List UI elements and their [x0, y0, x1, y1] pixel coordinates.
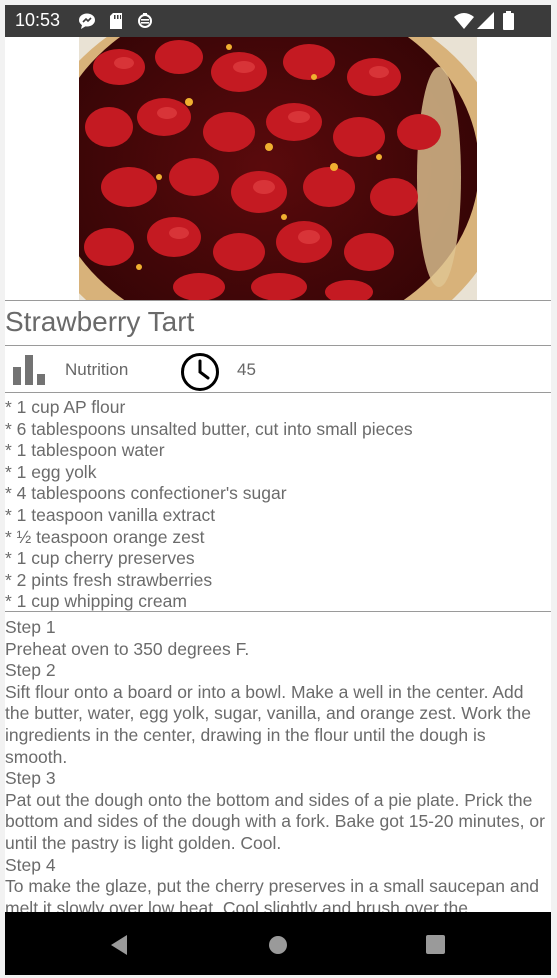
- clock-icon: [181, 353, 219, 391]
- step-text: Pat out the dough onto the bottom and si…: [5, 789, 545, 853]
- messenger-icon: [79, 13, 95, 29]
- cook-time-value: 45: [237, 360, 256, 379]
- ingredient-item: * ½ teaspoon orange zest: [5, 526, 205, 547]
- ingredient-item: * 1 cup AP flour: [5, 397, 126, 417]
- ingredients-list: * 1 cup AP flour * 6 tablespoons unsalte…: [5, 397, 551, 613]
- ingredient-item: * 1 tablespoon water: [5, 440, 165, 461]
- divider: [5, 392, 551, 393]
- navigation-bar: [5, 912, 551, 975]
- wifi-icon: [454, 13, 474, 29]
- battery-icon: [503, 11, 514, 30]
- ingredient-item: * 1 cup cherry preserves: [5, 548, 195, 569]
- step-text: Preheat oven to 350 degrees F.: [5, 638, 250, 659]
- step-label: Step 1: [5, 617, 56, 637]
- step-text: Sift flour onto a board or into a bowl. …: [5, 681, 531, 767]
- step-label: Step 2: [5, 660, 56, 681]
- ingredient-item: * 4 tablespoons confectioner's sugar: [5, 483, 287, 504]
- app-screen: 10:53 Strawberry Tart Nutrition 45 * 1 c…: [5, 5, 551, 975]
- back-icon[interactable]: [109, 934, 129, 956]
- ingredient-item: * 1 teaspoon vanilla extract: [5, 504, 216, 525]
- step-label: Step 3: [5, 768, 56, 789]
- steps-section: Step 1 Preheat oven to 350 degrees F. St…: [5, 617, 545, 919]
- ingredient-item: * 2 pints fresh strawberries: [5, 569, 213, 590]
- status-clock: 10:53: [15, 10, 61, 30]
- home-icon[interactable]: [268, 935, 288, 955]
- bar-chart-icon[interactable]: [13, 355, 45, 385]
- ingredient-item: * 6 tablespoons unsalted butter, cut int…: [5, 418, 413, 439]
- status-bar: 10:53: [5, 5, 551, 37]
- divider: [5, 300, 551, 301]
- nutrition-label[interactable]: Nutrition: [65, 360, 128, 380]
- ingredient-item: * 1 cup whipping cream: [5, 591, 187, 612]
- recipe-title: Strawberry Tart: [5, 306, 195, 337]
- recipe-meta-row: Nutrition 45: [5, 346, 551, 396]
- signal-icon: [477, 12, 494, 29]
- divider: [5, 611, 551, 612]
- strawberry-tart-image: [79, 37, 477, 300]
- recents-icon[interactable]: [426, 935, 445, 954]
- sync-icon: [138, 13, 152, 28]
- ingredient-item: * 1 egg yolk: [5, 461, 97, 482]
- recipe-photo: [79, 37, 477, 300]
- step-label: Step 4: [5, 854, 56, 875]
- sd-card-icon: [110, 13, 122, 29]
